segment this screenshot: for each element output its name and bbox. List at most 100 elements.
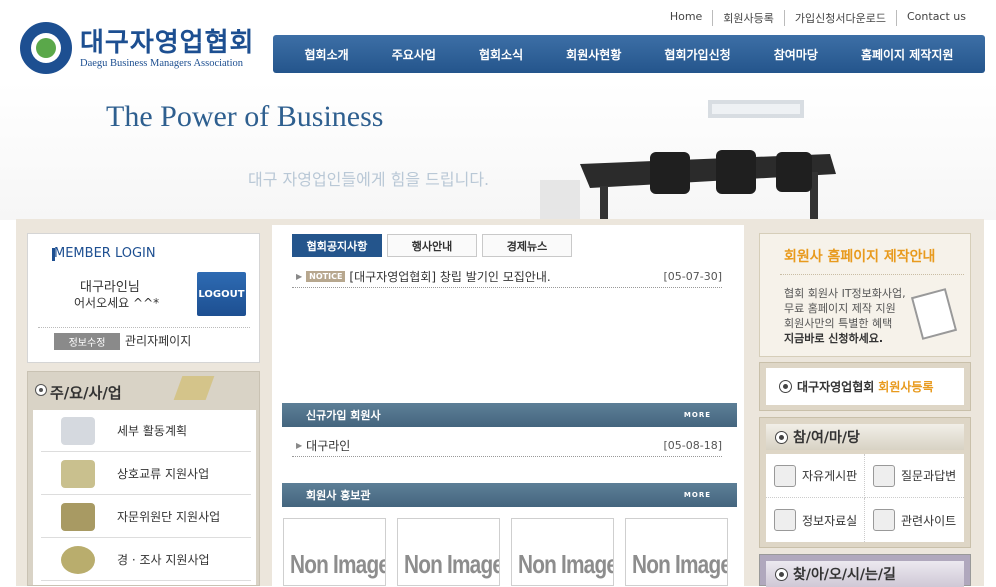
new-members-header: 신규가입 회원사 MORE xyxy=(282,403,737,427)
logout-button[interactable]: LOGOUT xyxy=(197,272,246,316)
member-promo-title: 회원사 홍보관 xyxy=(306,489,371,502)
archive-link[interactable]: 정보자료실 xyxy=(766,498,865,542)
notice-row[interactable]: ▶ NOTICE [대구자영업협회] 창립 발기인 모집안내. [05-07-3… xyxy=(292,266,722,288)
link-label: 질문과답변 xyxy=(901,469,957,483)
qna-link[interactable]: 질문과답변 xyxy=(865,454,964,498)
promo-thumbnail[interactable]: Non Image xyxy=(283,518,386,586)
notice-badge: NOTICE xyxy=(306,271,346,282)
mouse-icon xyxy=(873,509,895,531)
divider xyxy=(38,327,250,328)
business-item-advisory-support[interactable]: 자문위원단 지원사업 xyxy=(41,496,251,538)
bullet-icon xyxy=(780,381,791,392)
document-icon xyxy=(774,509,796,531)
arrow-icon: ▶ xyxy=(296,441,303,450)
new-member-name[interactable]: 대구라인 xyxy=(306,437,663,454)
new-members-title: 신규가입 회원사 xyxy=(306,409,381,422)
site-logo[interactable]: 대구자영업협회 Daegu Business Managers Associat… xyxy=(20,22,270,77)
homepage-guide-box[interactable]: 회원사 홈페이지 제작안내 협회 회원사 IT정보화사업, 무료 홈페이지 제작… xyxy=(759,233,971,357)
hero-slogan: The Power of Business xyxy=(106,100,384,133)
conference-room-image xyxy=(540,100,836,220)
clipboard-icon xyxy=(910,288,958,340)
bullet-icon xyxy=(776,431,787,443)
community-panel: 참/여/마/당 자유게시판 질문과답변 정보자료실 관련사이트 xyxy=(759,417,971,548)
briefcase-icon xyxy=(61,502,95,531)
member-promo-header: 회원사 홍보관 MORE xyxy=(282,483,737,507)
logo-english-title: Daegu Business Managers Association xyxy=(80,58,244,69)
new-member-row[interactable]: ▶ 대구라인 [05-08-18] xyxy=(292,435,722,457)
user-name: 대구라인님 xyxy=(80,280,140,295)
bullet-icon xyxy=(776,568,787,580)
directions-header: 찾/아/오/시/는/길 xyxy=(766,561,964,587)
nav-item-members[interactable]: 회원사현황 xyxy=(566,46,621,63)
top-link-home[interactable]: Home xyxy=(660,10,712,26)
register-highlight: 회원사등록 xyxy=(878,380,934,394)
main-business-panel: 주/요/사/업 세부 활동계획 상호교류 지원사업 자문위원단 지원사업 경 ·… xyxy=(27,371,260,586)
business-item-congrat-condolence[interactable]: 경 · 조사 지원사업 xyxy=(41,539,251,581)
arrow-icon: ▶ xyxy=(296,272,303,281)
directions-panel[interactable]: 찾/아/오/시/는/길 xyxy=(759,554,971,587)
link-label: 관련사이트 xyxy=(901,513,957,528)
monitor-icon xyxy=(774,464,796,487)
community-grid: 자유게시판 질문과답변 정보자료실 관련사이트 xyxy=(766,454,964,542)
paper-plane-icon xyxy=(873,464,895,487)
register-prefix: 대구자영업협회 xyxy=(797,380,875,394)
open-book-icon xyxy=(61,416,95,445)
business-title: 주/요/사/업 xyxy=(50,384,122,402)
business-item-exchange-support[interactable]: 상호교류 지원사업 xyxy=(41,453,251,495)
placeholder-image-text: Non Image xyxy=(404,549,500,579)
register-inner: 대구자영업협회 회원사등록 xyxy=(766,368,964,405)
new-member-date: [05-08-18] xyxy=(663,439,722,452)
notice-title[interactable]: [대구자영업협회] 창립 발기인 모집안내. xyxy=(349,268,663,285)
nav-item-about[interactable]: 협회소개 xyxy=(305,46,349,63)
bullet-icon xyxy=(36,385,46,395)
welcome-message: 어서오세요 ^^* xyxy=(74,296,160,310)
link-label: 정보자료실 xyxy=(802,513,858,528)
top-link-form-download[interactable]: 가입신청서다운로드 xyxy=(783,10,896,26)
directions-title: 찾/아/오/시/는/길 xyxy=(793,567,896,583)
notice-tabs: 협회공지사항 행사안내 경제뉴스 xyxy=(292,234,577,257)
tab-economy-news[interactable]: 경제뉴스 xyxy=(482,234,572,257)
more-button[interactable]: MORE xyxy=(684,411,711,419)
member-register-banner[interactable]: 대구자영업협회 회원사등록 xyxy=(759,362,971,411)
community-header: 참/여/마/당 xyxy=(766,424,964,450)
book-icon xyxy=(173,376,215,400)
logo-korean-title: 대구자영업협회 xyxy=(80,28,255,58)
business-item-activity-plan[interactable]: 세부 활동계획 xyxy=(41,410,251,452)
link-label: 자유게시판 xyxy=(802,469,858,483)
placeholder-image-text: Non Image xyxy=(290,549,386,579)
hero-tagline: 대구 자영업인들에게 힘을 드립니다. xyxy=(248,170,490,189)
nav-item-homepage-support[interactable]: 홈페이지 제작지원 xyxy=(861,46,954,63)
handshake-icon xyxy=(61,459,95,488)
guide-line: 무료 홈페이지 제작 지원 xyxy=(784,302,896,315)
promo-thumbnail[interactable]: Non Image xyxy=(397,518,500,586)
free-board-link[interactable]: 자유게시판 xyxy=(766,454,865,498)
community-title: 참/여/마/당 xyxy=(793,430,860,446)
tab-event-info[interactable]: 행사안내 xyxy=(387,234,477,257)
related-sites-link[interactable]: 관련사이트 xyxy=(865,498,964,542)
notice-date: [05-07-30] xyxy=(663,270,722,283)
placeholder-image-text: Non Image xyxy=(632,549,728,579)
top-utility-links: Home 회원사등록 가입신청서다운로드 Contact us xyxy=(660,10,976,26)
promo-thumbnail[interactable]: Non Image xyxy=(625,518,728,586)
top-link-contact[interactable]: Contact us xyxy=(896,10,976,26)
edit-info-button[interactable]: 정보수정 xyxy=(54,333,120,350)
divider xyxy=(780,274,964,275)
business-list: 세부 활동계획 상호교류 지원사업 자문위원단 지원사업 경 · 조사 지원사업 xyxy=(33,410,256,585)
nav-item-business[interactable]: 주요사업 xyxy=(392,46,436,63)
tab-association-notice[interactable]: 협회공지사항 xyxy=(292,234,382,257)
member-login-box: MEMBER LOGIN 대구라인님 어서오세요 ^^* LOGOUT 정보수정… xyxy=(27,233,260,363)
promo-thumbnail[interactable]: Non Image xyxy=(511,518,614,586)
top-link-member-register[interactable]: 회원사등록 xyxy=(712,10,784,26)
main-navigation: 협회소개 주요사업 협회소식 회원사현황 협회가입신청 참여마당 홈페이지 제작… xyxy=(273,35,985,73)
heart-icon xyxy=(61,545,95,574)
homepage-guide-title: 회원사 홈페이지 제작안내 xyxy=(784,249,936,265)
guide-line: 협회 회원사 IT정보화사업, xyxy=(784,287,906,300)
nav-item-join[interactable]: 협회가입신청 xyxy=(664,46,730,63)
guide-line: 회원사만의 특별한 혜택 xyxy=(784,317,893,330)
login-title: MEMBER LOGIN xyxy=(54,246,156,261)
admin-page-link[interactable]: 관리자페이지 xyxy=(125,332,191,349)
nav-item-community[interactable]: 참여마당 xyxy=(774,46,818,63)
guide-line: 지금바로 신청하세요. xyxy=(784,332,884,345)
more-button[interactable]: MORE xyxy=(684,491,711,499)
nav-item-news[interactable]: 협회소식 xyxy=(479,46,523,63)
